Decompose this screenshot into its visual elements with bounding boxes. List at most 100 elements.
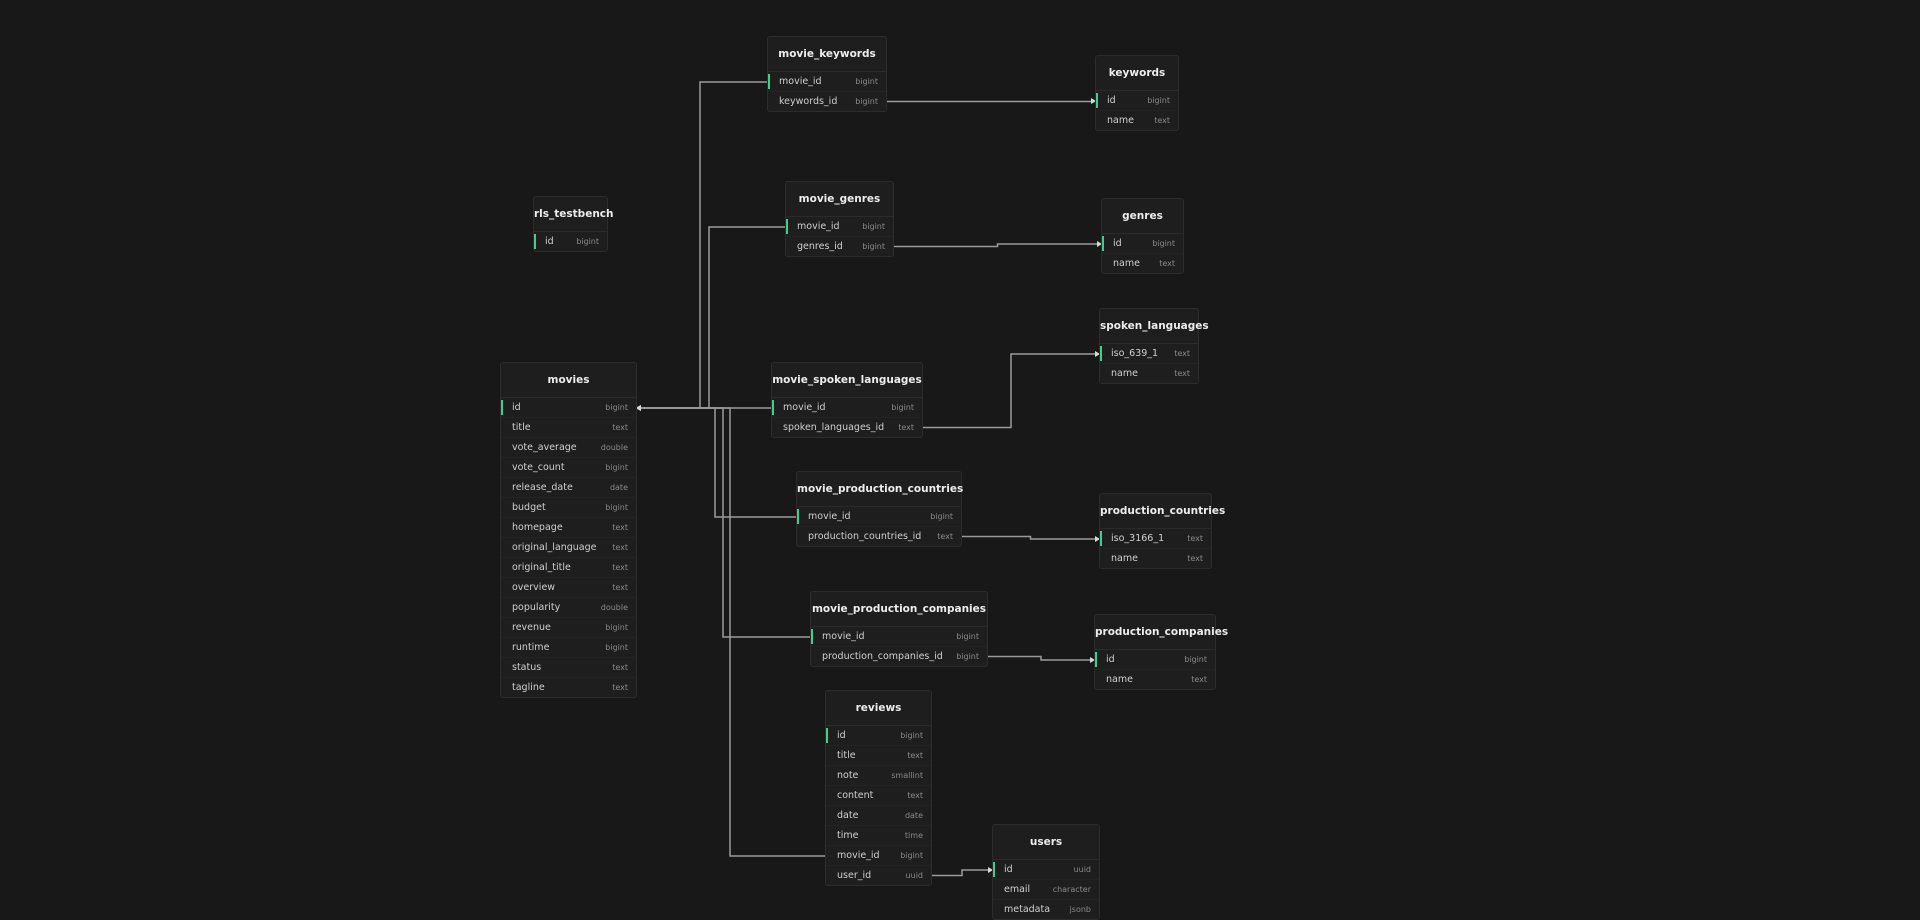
column-name: movie_id xyxy=(808,511,851,522)
column-row[interactable]: production_companies_id bigint xyxy=(811,647,987,666)
column-row[interactable]: content text xyxy=(826,786,931,806)
column-row[interactable]: note smallint xyxy=(826,766,931,786)
table-title: movie_genres xyxy=(786,182,893,217)
table-movie_production_countries[interactable]: movie_production_countries movie_id bigint… xyxy=(796,471,963,547)
table-keywords[interactable]: keywords id bigint name text xyxy=(1095,55,1179,131)
column-row[interactable]: genres_id bigint xyxy=(786,237,893,256)
column-type: bigint xyxy=(605,623,628,632)
column-row[interactable]: user_id uuid xyxy=(826,866,931,885)
column-row[interactable]: original_language text xyxy=(501,538,636,558)
column-name: runtime xyxy=(512,642,550,653)
column-row[interactable]: title text xyxy=(501,418,636,438)
column-name: original_language xyxy=(512,542,597,553)
column-name: note xyxy=(837,770,859,781)
column-type: text xyxy=(612,583,628,592)
column-row[interactable]: name text xyxy=(1096,111,1178,130)
table-title: production_countries xyxy=(1100,494,1225,529)
column-row[interactable]: vote_average double xyxy=(501,438,636,458)
column-name: id xyxy=(1106,654,1115,665)
primary-key-row[interactable]: id bigint xyxy=(1096,91,1178,111)
column-name: name xyxy=(1107,115,1134,126)
column-row[interactable]: popularity double xyxy=(501,598,636,618)
table-movies[interactable]: movies id bigint title text vote_average doubl… xyxy=(500,362,637,698)
table-title: spoken_languages xyxy=(1100,309,1209,344)
column-row[interactable]: name text xyxy=(1102,254,1183,273)
table-movie_production_companies[interactable]: movie_production_companies movie_id bigint… xyxy=(810,591,988,667)
primary-key-row[interactable]: id bigint xyxy=(501,398,636,418)
column-row[interactable]: keywords_id bigint xyxy=(768,92,886,111)
table-spoken_languages[interactable]: spoken_languages iso_639_1 text name text xyxy=(1099,308,1209,384)
column-name: spoken_languages_id xyxy=(783,422,885,433)
column-row[interactable]: status text xyxy=(501,658,636,678)
primary-key-row[interactable]: id bigint xyxy=(826,726,931,746)
column-row[interactable]: time time xyxy=(826,826,931,846)
table-movie_keywords[interactable]: movie_keywords movie_id bigint keywords_id b… xyxy=(767,36,887,112)
primary-key-row[interactable]: id bigint xyxy=(1102,234,1183,254)
column-type: text xyxy=(1191,675,1207,684)
column-type: text xyxy=(612,563,628,572)
column-name: release_date xyxy=(512,482,573,493)
column-name: date xyxy=(837,810,859,821)
column-type: bigint xyxy=(956,632,979,641)
table-production_countries[interactable]: production_countries iso_3166_1 text name te… xyxy=(1099,493,1225,569)
column-name: budget xyxy=(512,502,546,513)
column-name: production_companies_id xyxy=(822,651,943,662)
column-name: name xyxy=(1111,368,1138,379)
column-row[interactable]: revenue bigint xyxy=(501,618,636,638)
column-type: bigint xyxy=(1152,239,1175,248)
column-name: name xyxy=(1106,674,1133,685)
primary-key-row[interactable]: movie_id bigint xyxy=(768,72,886,92)
column-row[interactable]: tagline text xyxy=(501,678,636,697)
primary-key-row[interactable]: movie_id bigint xyxy=(786,217,893,237)
column-row[interactable]: name text xyxy=(1095,670,1215,689)
column-type: bigint xyxy=(956,652,979,661)
column-row[interactable]: email character xyxy=(993,880,1099,900)
column-row[interactable]: overview text xyxy=(501,578,636,598)
primary-key-row[interactable]: id bigint xyxy=(534,232,607,251)
table-reviews[interactable]: reviews id bigint title text note smallint cont… xyxy=(825,690,932,886)
column-row[interactable]: runtime bigint xyxy=(501,638,636,658)
column-row[interactable]: movie_id bigint xyxy=(826,846,931,866)
primary-key-row[interactable]: iso_3166_1 text xyxy=(1100,529,1211,549)
column-name: iso_639_1 xyxy=(1111,348,1159,359)
column-name: id xyxy=(512,402,521,413)
primary-key-row[interactable]: id uuid xyxy=(993,860,1099,880)
column-row[interactable]: date date xyxy=(826,806,931,826)
column-type: text xyxy=(1154,116,1170,125)
column-row[interactable]: vote_count bigint xyxy=(501,458,636,478)
table-production_companies[interactable]: production_companies id bigint name text xyxy=(1094,614,1228,690)
column-type: text xyxy=(1187,534,1203,543)
column-row[interactable]: original_title text xyxy=(501,558,636,578)
table-users[interactable]: users id uuid email character metadata jsonb xyxy=(992,824,1100,920)
column-row[interactable]: homepage text xyxy=(501,518,636,538)
relation-link xyxy=(636,226,786,409)
table-title: genres xyxy=(1102,199,1183,234)
table-movie_genres[interactable]: movie_genres movie_id bigint genres_id bigin… xyxy=(785,181,894,257)
primary-key-row[interactable]: movie_id bigint xyxy=(797,507,961,527)
column-name: tagline xyxy=(512,682,545,693)
column-type: bigint xyxy=(862,242,885,251)
primary-key-row[interactable]: movie_id bigint xyxy=(772,398,922,418)
column-name: title xyxy=(837,750,856,761)
column-row[interactable]: metadata jsonb xyxy=(993,900,1099,919)
relation-link xyxy=(961,535,1100,540)
table-rls_testbench[interactable]: rls_testbench id bigint xyxy=(533,196,614,252)
column-type: bigint xyxy=(855,77,878,86)
column-name: movie_id xyxy=(837,850,880,861)
column-row[interactable]: name text xyxy=(1100,364,1198,383)
column-row[interactable]: spoken_languages_id text xyxy=(772,418,922,437)
column-type: text xyxy=(612,523,628,532)
relation-link xyxy=(893,243,1102,248)
column-row[interactable]: name text xyxy=(1100,549,1211,568)
table-movie_spoken_languages[interactable]: movie_spoken_languages movie_id bigint spok… xyxy=(771,362,923,438)
column-row[interactable]: title text xyxy=(826,746,931,766)
primary-key-row[interactable]: movie_id bigint xyxy=(811,627,987,647)
schema-canvas[interactable]: movie_keywords movie_id bigint keywords_id b… xyxy=(0,0,1920,920)
primary-key-row[interactable]: iso_639_1 text xyxy=(1100,344,1198,364)
table-genres[interactable]: genres id bigint name text xyxy=(1101,198,1184,274)
column-row[interactable]: production_countries_id text xyxy=(797,527,961,546)
column-row[interactable]: release_date date xyxy=(501,478,636,498)
primary-key-row[interactable]: id bigint xyxy=(1095,650,1215,670)
column-type: text xyxy=(1187,554,1203,563)
column-row[interactable]: budget bigint xyxy=(501,498,636,518)
